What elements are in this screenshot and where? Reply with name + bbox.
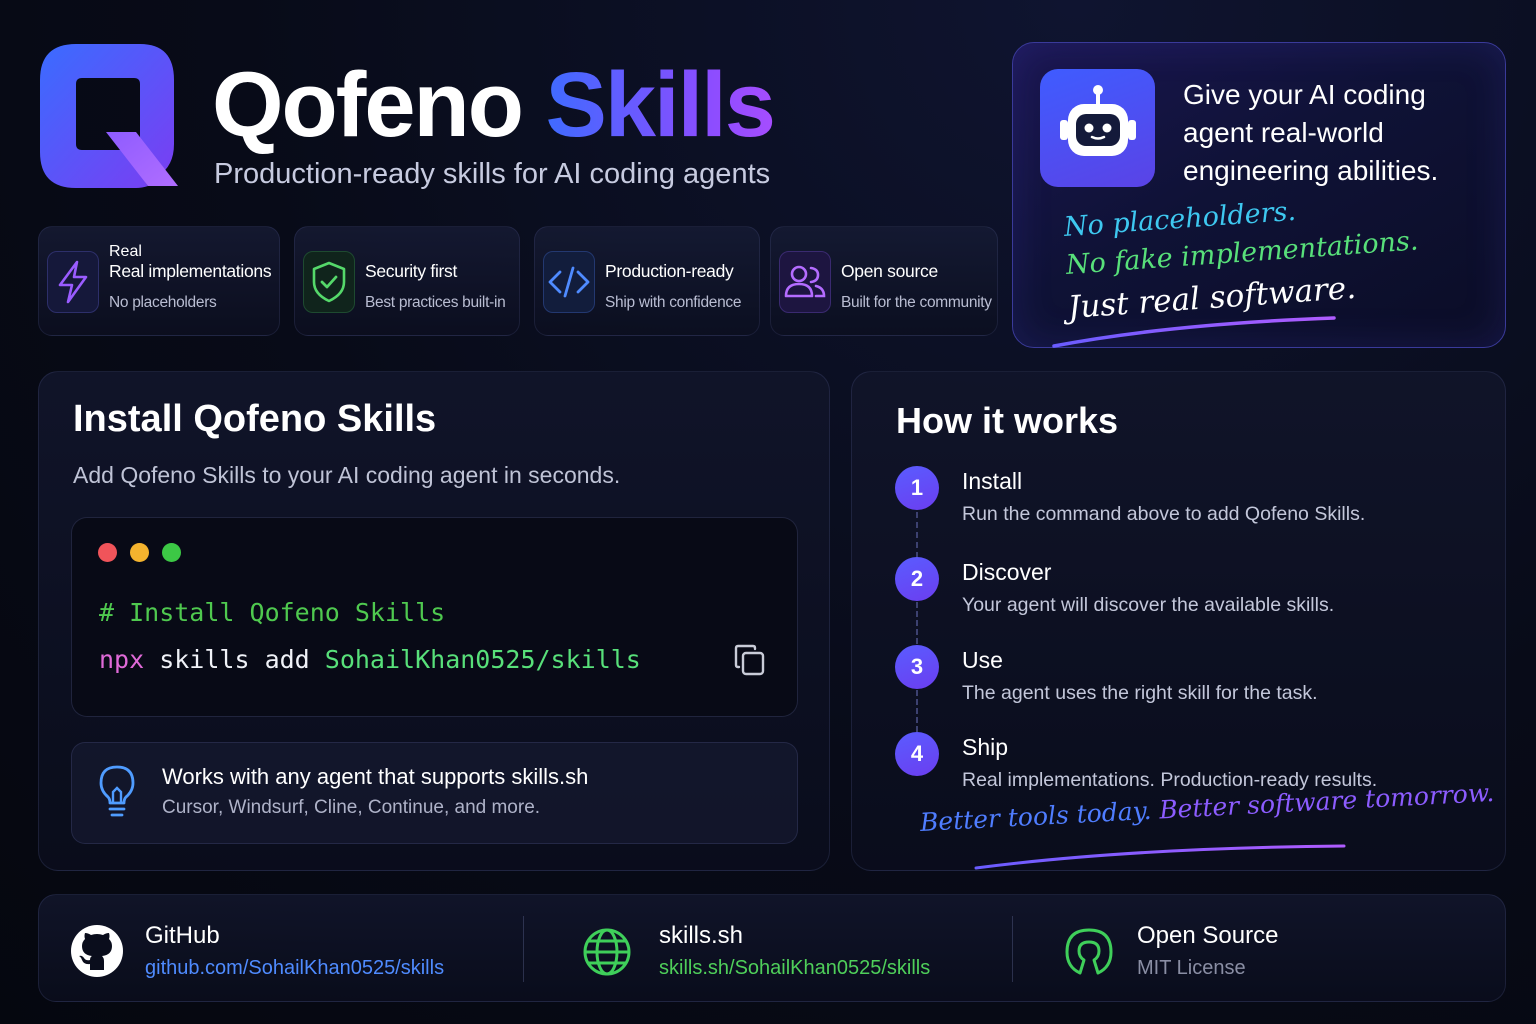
step-title: Discover [962, 559, 1052, 585]
open-source-icon [1063, 926, 1115, 978]
shield-check-icon [303, 251, 355, 313]
lightning-icon [47, 251, 99, 313]
license-value: MIT License [1137, 957, 1246, 979]
brand-title-part2: Skills [545, 54, 776, 156]
feature-title: Open source [841, 261, 938, 281]
footer-bar [38, 894, 1506, 1002]
works-with-title: Works with any agent that supports skill… [162, 764, 589, 789]
footer-divider [523, 916, 524, 982]
site-link[interactable]: skills.sh/SohailKhan0525/skills [659, 957, 930, 980]
tagline: Production-ready skills for AI coding ag… [214, 158, 771, 190]
works-with-subtitle: Cursor, Windsurf, Cline, Continue, and m… [162, 797, 541, 818]
copy-icon[interactable] [730, 640, 770, 680]
cmd-mid: skills add [144, 645, 325, 674]
how-underline-stroke [974, 844, 1346, 870]
footer-divider [1012, 916, 1013, 982]
github-icon[interactable] [70, 924, 124, 978]
users-icon [779, 251, 831, 313]
license-label: Open Source [1137, 922, 1279, 949]
step-description: Run the command above to add Qofeno Skil… [962, 503, 1366, 525]
how-it-works-title: How it works [896, 400, 1119, 441]
feature-title: Production-ready [605, 261, 734, 281]
site-label: skills.sh [659, 922, 744, 949]
step-description: The agent uses the right skill for the t… [962, 682, 1318, 704]
install-command[interactable]: npx skills add SohailKhan0525/skills [99, 645, 641, 674]
robot-icon [1040, 69, 1155, 187]
step-number: 3 [895, 645, 939, 689]
feature-pre-label: Real [109, 243, 142, 260]
brand-title: Qofeno Skills [212, 52, 776, 158]
code-icon [543, 251, 595, 313]
step-connector [916, 512, 918, 558]
feature-card-opensource: Open source Built for the community [770, 226, 998, 336]
install-title: Install Qofeno Skills [73, 398, 437, 440]
terminal-minimize-dot [130, 543, 149, 562]
feature-subtitle: Built for the community [841, 294, 992, 311]
step-number: 4 [895, 732, 939, 776]
step-title: Ship [962, 734, 1009, 760]
feature-card-security: Security first Best practices built-in [294, 226, 520, 336]
feature-title: Security first [365, 261, 458, 281]
cmd-npx: npx [99, 645, 145, 674]
step-number: 1 [895, 466, 939, 510]
step-title: Use [962, 647, 1003, 673]
feature-subtitle: Ship with confidence [605, 294, 742, 311]
terminal-comment: # Install Qofeno Skills [99, 598, 446, 627]
terminal-close-dot [98, 543, 117, 562]
cmd-repo: SohailKhan0525/skills [324, 645, 641, 674]
brand-title-part1: Qofeno [212, 54, 524, 156]
github-link[interactable]: github.com/SohailKhan0525/skills [145, 957, 444, 980]
feature-title: Real implementations [109, 261, 272, 281]
feature-card-real: Real Real implementations No placeholder… [38, 226, 280, 336]
hero-text: Give your AI coding agent real-world eng… [1183, 79, 1439, 186]
step-number: 2 [895, 557, 939, 601]
step-connector [916, 602, 918, 644]
qofeno-logo-icon [36, 40, 182, 192]
step-description: Your agent will discover the available s… [962, 594, 1335, 616]
install-subtitle: Add Qofeno Skills to your AI coding agen… [73, 462, 621, 488]
works-with-card [71, 742, 798, 844]
step-title: Install [962, 468, 1023, 494]
globe-icon[interactable] [581, 926, 633, 978]
hero-underline-stroke [1052, 316, 1336, 348]
feature-subtitle: No placeholders [109, 294, 217, 311]
step-connector [916, 690, 918, 732]
lightbulb-icon [96, 764, 138, 820]
feature-subtitle: Best practices built-in [365, 294, 506, 311]
github-label: GitHub [145, 922, 220, 949]
terminal-maximize-dot [162, 543, 181, 562]
feature-card-production: Production-ready Ship with confidence [534, 226, 760, 336]
